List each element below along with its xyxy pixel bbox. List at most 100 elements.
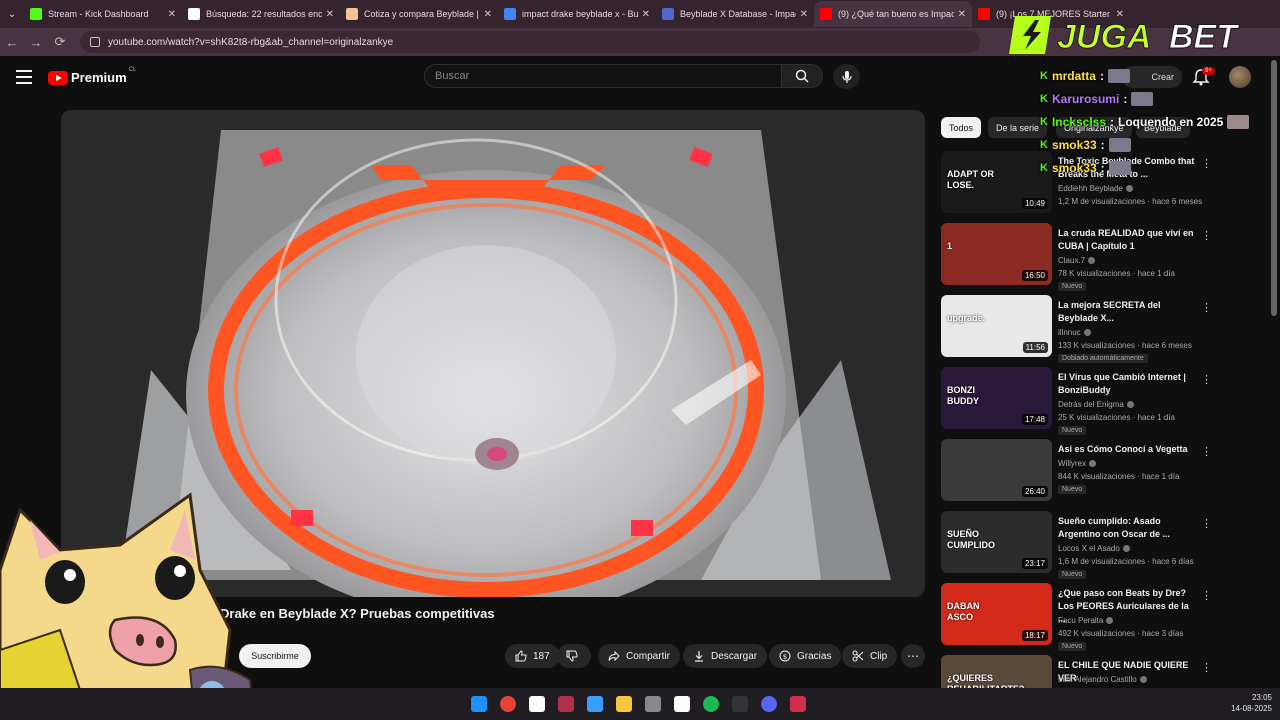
video-more-icon[interactable]: ⋮ [1201, 661, 1212, 674]
recommended-video[interactable]: BONZI BUDDY 17:48 El Virus que Cambió Inte… [941, 367, 1212, 435]
system-tray[interactable]: 23:05 14-08-2025 [1231, 692, 1272, 714]
recommended-video-title[interactable]: La mejora SECRETA del Beyblade X... [1058, 299, 1198, 325]
recommended-video-title[interactable]: Sueño cumplido: Asado Argentino con Osca… [1058, 515, 1198, 541]
reload-icon[interactable]: ⟳ [48, 34, 72, 50]
search-button[interactable] [781, 64, 823, 88]
video-thumbnail[interactable]: 26:40 [941, 439, 1052, 501]
channel-name[interactable]: Locos X el Asado [1058, 544, 1130, 553]
channel-name[interactable]: Willyrex [1058, 459, 1096, 468]
forward-arrow-icon[interactable]: → [24, 35, 48, 50]
thumbnail-text: ADAPT OR LOSE. [947, 169, 994, 190]
recommended-video-title[interactable]: La cruda REALIDAD que viví en CUBA | Cap… [1058, 227, 1198, 253]
channel-name[interactable]: Luis Alejandro Castillo [1058, 675, 1147, 684]
video-more-icon[interactable]: ⋮ [1201, 301, 1212, 314]
tab-close-icon[interactable]: ✕ [800, 9, 808, 20]
tab-favicon-icon [820, 8, 832, 20]
app-icon[interactable] [732, 696, 748, 712]
browser-tab[interactable]: Beyblade X Database - Impact Drake ✕ [656, 1, 814, 27]
chat-username: smok33 [1051, 138, 1097, 152]
chat-separator: : [1110, 115, 1114, 129]
windows-taskbar: 23:05 14-08-2025 [0, 688, 1280, 720]
recommended-video[interactable]: 26:40 Así es Cómo Conocí a Vegetta Willyre… [941, 439, 1212, 503]
search-input[interactable]: Buscar [424, 64, 782, 88]
files-icon[interactable] [587, 696, 603, 712]
logo-region: CL [128, 66, 137, 73]
recommended-video[interactable]: DABAN ASCO 18:17 ¿Que paso con Beats by Dr… [941, 583, 1212, 651]
spotify-icon[interactable] [703, 696, 719, 712]
site-info-icon[interactable] [90, 37, 100, 47]
tab-close-icon[interactable]: ✕ [168, 9, 176, 20]
recommended-video-title[interactable]: Así es Cómo Conocí a Vegetta [1058, 443, 1198, 456]
browser-tab[interactable]: impact drake beyblade x - Buscar con Goo… [498, 1, 656, 27]
tab-close-icon[interactable]: ✕ [958, 9, 966, 20]
app-icon[interactable] [674, 696, 690, 712]
browser-tab[interactable]: (9) ¿Qué tan bueno es Impact Drake? ✕ [814, 1, 972, 27]
tab-list: Stream - Kick Dashboard ✕ Búsqueda: 22 res… [24, 1, 1130, 27]
chat-message: Ksmok33: [1040, 161, 1131, 175]
tab-close-icon[interactable]: ✕ [484, 9, 492, 20]
back-arrow-icon[interactable]: ← [0, 35, 24, 50]
menu-icon[interactable] [16, 70, 32, 84]
youtube-logo[interactable]: Premium CL [48, 66, 137, 85]
video-thumbnail[interactable]: SUEÑO CUMPLIDO 23:17 [941, 511, 1052, 573]
video-meta: 25 K visualizaciones · hace 1 día [1058, 413, 1175, 422]
filter-chip[interactable]: De la serie [988, 117, 1048, 138]
tab-search-chevron-icon[interactable]: ⌄ [0, 0, 24, 28]
channel-name-text: Detrás del Enigma [1058, 400, 1124, 409]
recommended-video-title[interactable]: El Virus que Cambió Internet | BonziBudd… [1058, 371, 1198, 397]
share-arrow-icon [608, 650, 620, 662]
browser-tab[interactable]: Cotiza y compara Beyblade | Solotodo ✕ [340, 1, 498, 27]
more-actions-button[interactable]: ⋯ [901, 644, 925, 668]
recommended-video[interactable]: SUEÑO CUMPLIDO 23:17 Sueño cumplido: Asado… [941, 511, 1212, 579]
kick-badge-icon: K [1040, 70, 1048, 82]
video-more-icon[interactable]: ⋮ [1201, 445, 1212, 458]
browser-tab[interactable]: Stream - Kick Dashboard ✕ [24, 1, 182, 27]
channel-name[interactable]: Eddiehh Beyblade [1058, 184, 1133, 193]
recommended-video[interactable]: upgrade. 11:56 La mejora SECRETA del Beybl… [941, 295, 1212, 363]
tab-title: Búsqueda: 22 resultados encontrados [206, 9, 322, 19]
video-meta: 1,2 M de visualizaciones · hace 6 meses [1058, 197, 1203, 206]
share-button[interactable]: Compartir [598, 644, 680, 668]
video-more-icon[interactable]: ⋮ [1201, 373, 1212, 386]
video-thumbnail[interactable]: ADAPT OR LOSE. 10:49 [941, 151, 1052, 213]
url-text: youtube.com/watch?v=shK82t8-rbg&ab_chann… [108, 36, 394, 48]
recommended-video[interactable]: 1 16:50 La cruda REALIDAD que viví en CUBA… [941, 223, 1212, 291]
account-avatar[interactable] [1229, 66, 1251, 88]
voice-search-button[interactable] [833, 64, 860, 89]
tab-close-icon[interactable]: ✕ [642, 9, 650, 20]
page-scrollbar[interactable] [1271, 60, 1277, 316]
video-more-icon[interactable]: ⋮ [1201, 517, 1212, 530]
video-more-icon[interactable]: ⋮ [1201, 589, 1212, 602]
channel-name[interactable]: Detrás del Enigma [1058, 400, 1134, 409]
browser-tab[interactable]: Búsqueda: 22 resultados encontrados ✕ [182, 1, 340, 27]
video-thumbnail[interactable]: 1 16:50 [941, 223, 1052, 285]
url-bar[interactable]: youtube.com/watch?v=shK82t8-rbg&ab_chann… [80, 31, 980, 53]
channel-name-text: Locos X el Asado [1058, 544, 1120, 553]
app-icon[interactable] [558, 696, 574, 712]
channel-name[interactable]: illnnuc [1058, 328, 1091, 337]
filter-chip[interactable]: Todos [941, 117, 982, 138]
thanks-button[interactable]: $ Gracias [769, 644, 842, 668]
video-thumbnail[interactable]: upgrade. 11:56 [941, 295, 1052, 357]
folder-icon[interactable] [616, 696, 632, 712]
channel-name[interactable]: Claux.7 [1058, 256, 1096, 265]
tab-favicon-icon [662, 8, 674, 20]
video-more-icon[interactable]: ⋮ [1201, 229, 1212, 242]
discord-icon[interactable] [761, 696, 777, 712]
video-thumbnail[interactable]: DABAN ASCO 18:17 [941, 583, 1052, 645]
chrome-icon[interactable] [500, 696, 516, 712]
tab-close-icon[interactable]: ✕ [326, 9, 334, 20]
edge-icon[interactable] [529, 696, 545, 712]
video-thumbnail[interactable]: BONZI BUDDY 17:48 [941, 367, 1052, 429]
download-button[interactable]: Descargar [683, 644, 768, 668]
clip-button[interactable]: Clip [842, 644, 898, 668]
windows-start-icon[interactable] [471, 696, 487, 712]
channel-name[interactable]: Facu Peralta [1058, 616, 1114, 625]
app-icon[interactable] [790, 696, 806, 712]
like-button[interactable]: 187 [505, 644, 560, 668]
create-button[interactable]: Crear [1122, 66, 1182, 88]
dislike-button[interactable] [557, 644, 591, 668]
svg-text:BET: BET [1169, 18, 1240, 56]
app-icon[interactable] [645, 696, 661, 712]
video-more-icon[interactable]: ⋮ [1201, 157, 1212, 170]
